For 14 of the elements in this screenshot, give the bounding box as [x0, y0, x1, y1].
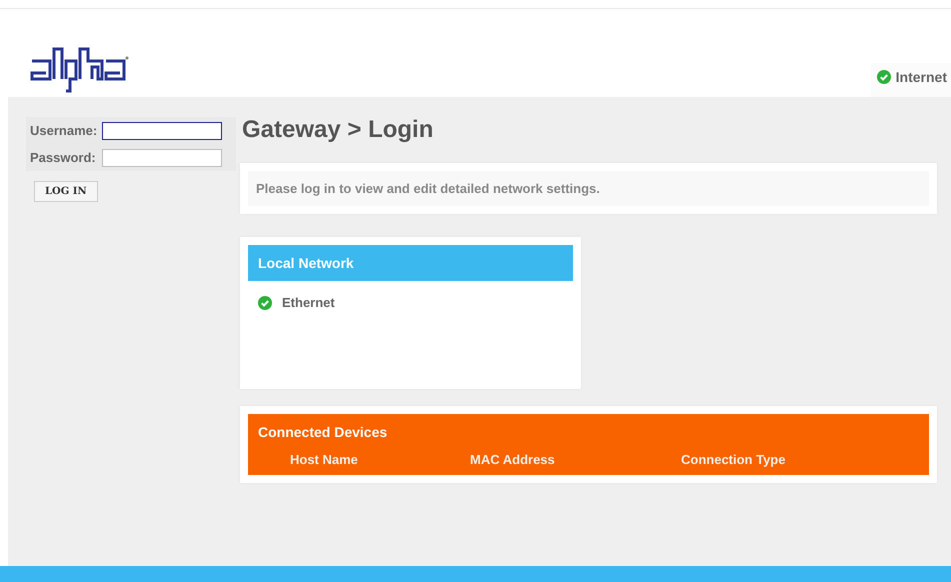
field-label: Username:	[30, 123, 98, 138]
status-label: Internet	[896, 69, 947, 85]
column-header: Host Name	[290, 452, 359, 467]
network-item: Ethernet	[282, 295, 335, 310]
page-title: Gateway > Login	[242, 117, 434, 143]
input-field[interactable]	[102, 148, 222, 166]
column-header: Connection Type	[681, 452, 786, 467]
field-label: Password:	[30, 150, 97, 165]
card-title: Local Network	[248, 245, 573, 281]
column-header: MAC Address	[470, 452, 556, 467]
message-text: Please log in to view and edit detailed network settings.	[248, 171, 929, 206]
login-button[interactable]: LOG IN	[34, 181, 98, 202]
card-title: Connected Devices	[258, 424, 388, 440]
input-field[interactable]	[102, 122, 222, 140]
